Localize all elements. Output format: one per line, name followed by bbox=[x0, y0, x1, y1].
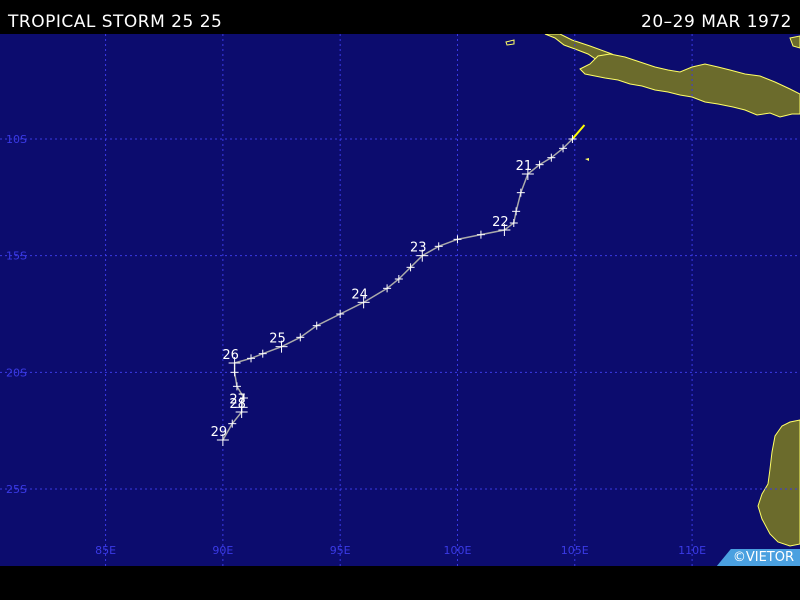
storm-title: TROPICAL STORM 25 25 bbox=[8, 12, 223, 32]
lat-label: 15S bbox=[6, 250, 27, 263]
date-range: 20–29 MAR 1972 bbox=[641, 12, 792, 32]
lat-label: 20S bbox=[6, 366, 27, 379]
lat-label: 25S bbox=[6, 483, 27, 496]
day-label: 26 bbox=[222, 348, 239, 363]
credit-label: ©VIETOR bbox=[716, 549, 800, 566]
day-label: 25 bbox=[269, 332, 286, 347]
storm-track-map[interactable]: 85E90E95E100E105E110E5S10S15S20S25S 2122… bbox=[0, 34, 800, 566]
day-label: 24 bbox=[351, 287, 368, 302]
ocean bbox=[0, 34, 800, 566]
lon-label: 85E bbox=[95, 544, 116, 557]
day-label: 28 bbox=[229, 397, 246, 412]
lon-label: 110E bbox=[678, 544, 706, 557]
bottom-bar bbox=[0, 566, 800, 600]
lon-label: 100E bbox=[444, 544, 472, 557]
day-label: 22 bbox=[492, 215, 509, 230]
lat-label: 10S bbox=[6, 133, 27, 146]
lon-label: 105E bbox=[561, 544, 589, 557]
lon-label: 90E bbox=[212, 544, 233, 557]
day-label: 21 bbox=[516, 159, 533, 174]
title-bar: TROPICAL STORM 25 25 20–29 MAR 1972 bbox=[0, 0, 800, 34]
day-label: 23 bbox=[410, 241, 427, 256]
lon-label: 95E bbox=[330, 544, 351, 557]
day-label: 29 bbox=[211, 425, 228, 440]
